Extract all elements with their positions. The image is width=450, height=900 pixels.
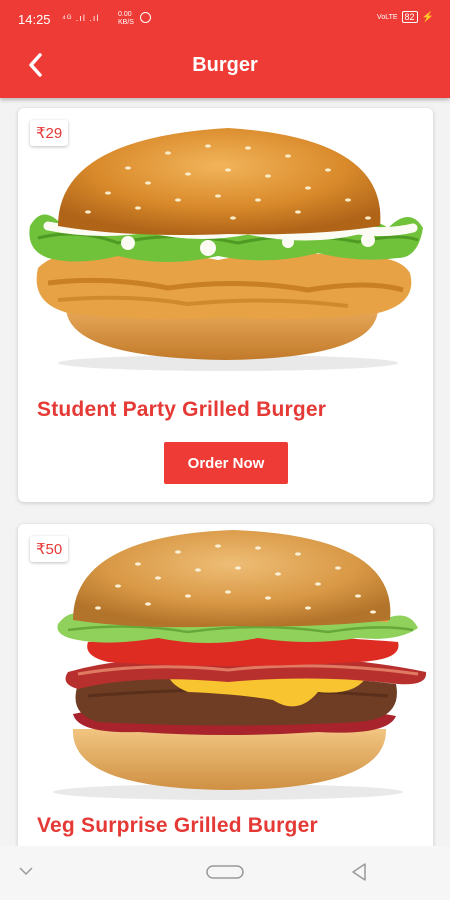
battery-icon: 82 (401, 11, 418, 23)
product-name: Veg Surprise Grilled Burger (37, 814, 318, 837)
product-card[interactable]: ₹29 Student Party Grilled Burger Order N… (18, 108, 433, 502)
chevron-down-icon (19, 867, 33, 876)
page-title: Burger (192, 54, 258, 76)
volte-label: VoLTE (377, 13, 398, 21)
sync-icon (140, 12, 151, 23)
status-bar: 14:25 ⁴ᴳ .ıl .ıl 0.00 KB/S VoLTE 82 ⚡ (0, 0, 450, 40)
charging-icon: ⚡ (421, 11, 434, 23)
nav-home-button[interactable] (206, 865, 244, 884)
app-header: 14:25 ⁴ᴳ .ıl .ıl 0.00 KB/S VoLTE 82 ⚡ Bu… (0, 0, 450, 98)
burger-image (29, 128, 424, 371)
order-now-button[interactable]: Order Now (164, 442, 288, 484)
price-badge: ₹29 (30, 120, 69, 146)
back-triangle-icon (352, 863, 366, 881)
nav-collapse-button[interactable] (18, 864, 34, 882)
status-right: VoLTE 82 ⚡ (377, 11, 434, 23)
system-nav-bar (0, 846, 450, 900)
home-pill-icon (206, 865, 244, 879)
product-name: Student Party Grilled Burger (37, 398, 327, 421)
product-card[interactable]: ₹50 Veg Surprise Grilled Burger (18, 524, 433, 864)
signal-icon: ⁴ᴳ .ıl .ıl (62, 13, 100, 23)
status-time: 14:25 (18, 12, 51, 27)
price-badge: ₹50 (30, 536, 69, 562)
screen: 14:25 ⁴ᴳ .ıl .ıl 0.00 KB/S VoLTE 82 ⚡ Bu… (0, 0, 450, 900)
nav-back-button[interactable] (350, 862, 368, 887)
network-speed: 0.00 KB/S (118, 11, 134, 26)
burger-image (53, 530, 427, 800)
